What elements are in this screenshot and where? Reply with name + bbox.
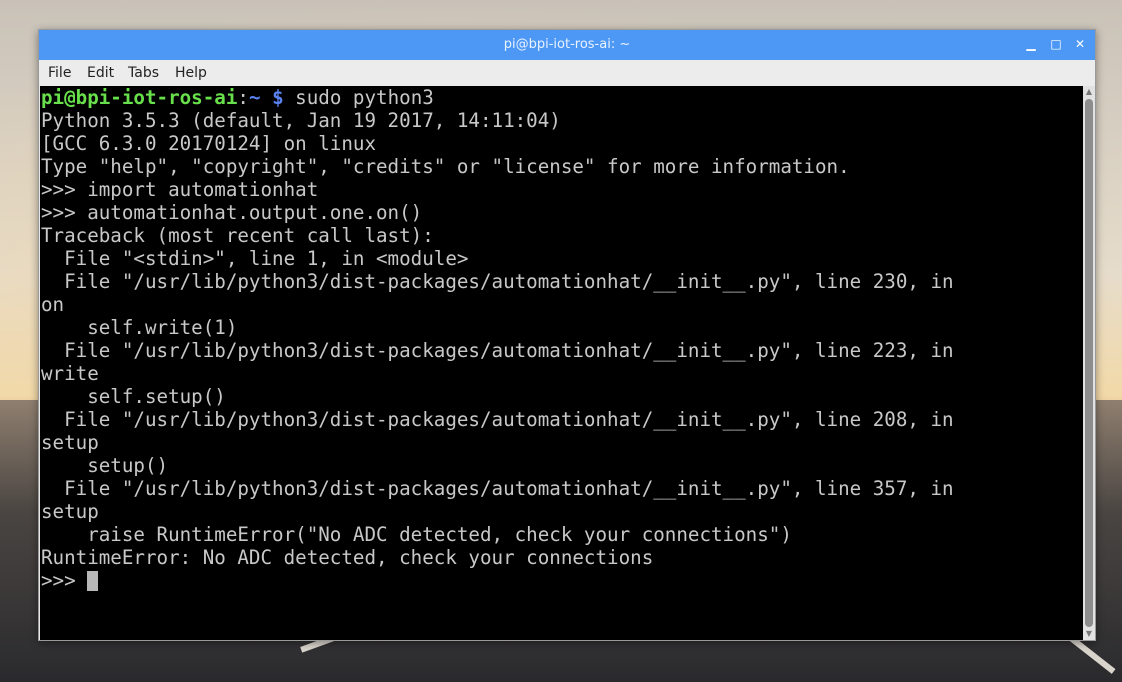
output-line: self.setup(): [41, 385, 226, 408]
terminal-window: pi@bpi-iot-ros-ai: ~ ▁ □ ✕ File Edit Tab…: [38, 29, 1096, 641]
minimize-icon[interactable]: ▁: [1023, 36, 1039, 52]
scroll-up-icon[interactable]: ▲: [1084, 87, 1094, 97]
output-line: File "/usr/lib/python3/dist-packages/aut…: [41, 477, 954, 500]
output-line: >>> import automationhat: [41, 178, 319, 201]
output-line: setup: [41, 431, 99, 454]
terminal-output[interactable]: pi@bpi-iot-ros-ai:~ $ sudo python3 Pytho…: [40, 86, 1083, 640]
output-line: write: [41, 362, 99, 385]
maximize-icon[interactable]: □: [1048, 36, 1064, 52]
window-title: pi@bpi-iot-ros-ai: ~: [503, 37, 631, 52]
scroll-down-icon[interactable]: ▼: [1084, 629, 1094, 639]
menu-help[interactable]: Help: [175, 65, 207, 81]
output-line: setup(): [41, 454, 169, 477]
output-line: [GCC 6.3.0 20170124] on linux: [41, 132, 377, 155]
output-line: Type "help", "copyright", "credits" or "…: [41, 155, 850, 178]
menu-file[interactable]: File: [48, 65, 71, 81]
output-line: RuntimeError: No ADC detected, check you…: [41, 546, 654, 569]
prompt-separator: :: [237, 86, 249, 109]
output-line: raise RuntimeError("No ADC detected, che…: [41, 523, 792, 546]
output-line: Traceback (most recent call last):: [41, 224, 434, 247]
vertical-scrollbar[interactable]: ▲ ▼: [1083, 86, 1095, 640]
output-line: Python 3.5.3 (default, Jan 19 2017, 14:1…: [41, 109, 561, 132]
text-cursor: [87, 571, 99, 591]
python-prompt-line: >>>: [41, 569, 99, 592]
close-icon[interactable]: ✕: [1072, 36, 1088, 52]
python-prompt: >>>: [41, 569, 88, 592]
output-line: self.write(1): [41, 316, 238, 339]
prompt-path: ~: [248, 86, 261, 109]
prompt-user: pi@bpi-iot-ros-ai: [41, 86, 238, 109]
prompt-dollar: $: [260, 86, 284, 109]
menu-tabs[interactable]: Tabs: [128, 65, 159, 81]
output-line: File "/usr/lib/python3/dist-packages/aut…: [41, 339, 954, 362]
menu-edit[interactable]: Edit: [87, 65, 114, 81]
title-bar[interactable]: pi@bpi-iot-ros-ai: ~ ▁ □ ✕: [39, 30, 1095, 60]
output-line: setup: [41, 500, 99, 523]
output-line: File "<stdin>", line 1, in <module>: [41, 247, 469, 270]
prompt-line: pi@bpi-iot-ros-ai:~ $ sudo python3: [41, 86, 434, 109]
scroll-thumb[interactable]: [1085, 99, 1093, 627]
menu-bar: File Edit Tabs Help: [39, 60, 1095, 86]
output-line: on: [41, 293, 65, 316]
command-text: sudo python3: [283, 86, 434, 109]
output-line: File "/usr/lib/python3/dist-packages/aut…: [41, 270, 954, 293]
output-line: File "/usr/lib/python3/dist-packages/aut…: [41, 408, 954, 431]
output-line: >>> automationhat.output.one.on(): [41, 201, 423, 224]
